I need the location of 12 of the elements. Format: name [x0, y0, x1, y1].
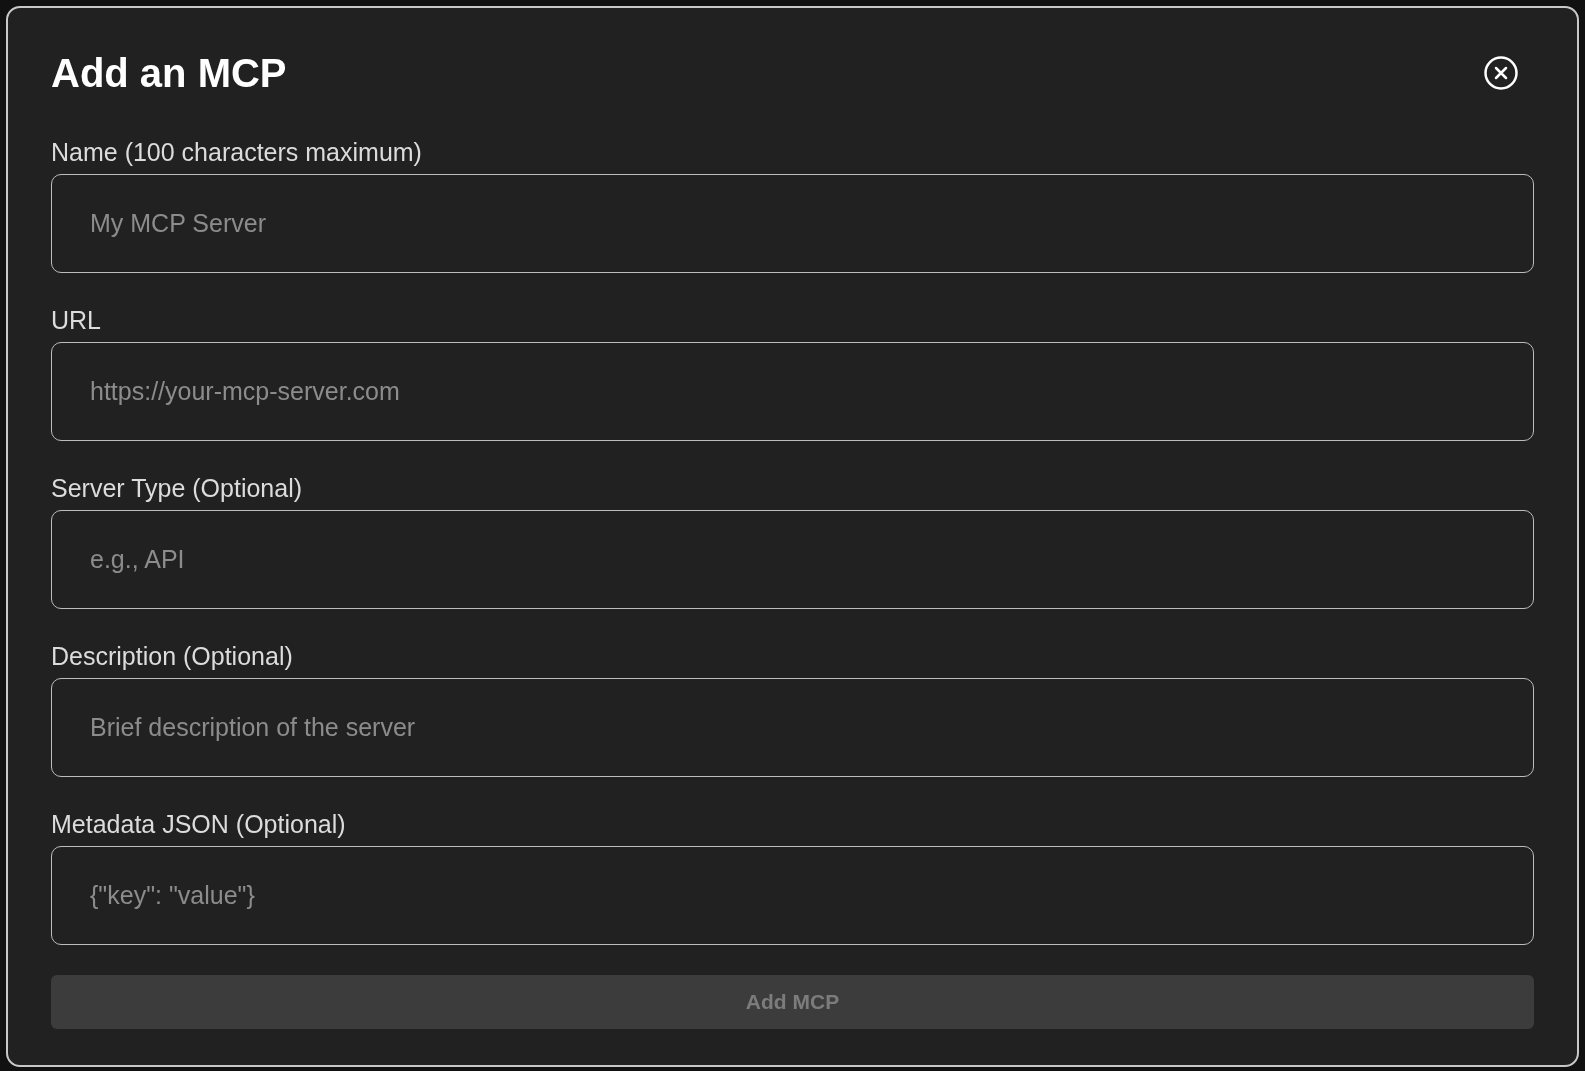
text-field[interactable]: {"key": "value"} — [51, 846, 1534, 945]
text-field[interactable]: https://your-mcp-server.com — [51, 342, 1534, 441]
field-label: URL — [51, 305, 101, 336]
field-label: Server Type (Optional) — [51, 473, 303, 504]
text-field[interactable]: My MCP Server — [51, 174, 1534, 273]
field-label: Description (Optional) — [51, 641, 293, 672]
field-label: Name (100 characters maximum) — [51, 137, 422, 168]
field-label: Metadata JSON (Optional) — [51, 809, 346, 840]
close-icon[interactable] — [1483, 55, 1519, 91]
dialog-title: Add an MCP — [51, 50, 287, 97]
text-field[interactable]: e.g., API — [51, 510, 1534, 609]
text-field[interactable]: Brief description of the server — [51, 678, 1534, 777]
